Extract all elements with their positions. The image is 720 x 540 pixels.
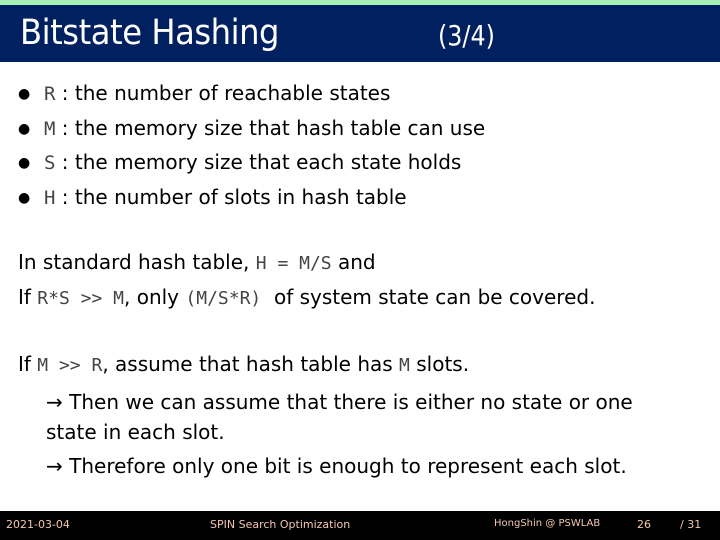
definition-item: ● S : the memory size that each state hol…: [18, 145, 485, 180]
footer-date: 2021-03-04: [6, 518, 70, 531]
variable-symbol: M: [44, 117, 56, 140]
arrow-point-2: → Therefore only one bit is enough to re…: [46, 454, 627, 478]
footer-page-total: / 31: [680, 518, 702, 531]
coverage-line: If R*S >> M, only (M/S*R) of system stat…: [18, 285, 595, 309]
text: In standard hash table,: [18, 250, 256, 274]
bullet-icon: ●: [18, 155, 31, 172]
text: , only: [124, 285, 186, 309]
footer-page-number: 26: [637, 518, 651, 531]
standard-hash-line: In standard hash table, H = M/S and: [18, 250, 376, 274]
text: and: [331, 250, 376, 274]
arrow-point-1-line-1: → Then we can assume that there is eithe…: [46, 390, 633, 414]
definition-item: ● M : the memory size that hash table can…: [18, 111, 485, 146]
variable-symbol: H: [44, 186, 56, 209]
text: If: [18, 352, 38, 376]
slide-part-indicator: (3/4): [438, 19, 495, 52]
definition-text: the memory size that hash table can use: [74, 115, 486, 140]
bullet-icon: ●: [18, 86, 31, 103]
bullet-icon: ●: [18, 189, 31, 206]
definition-list: ● R : the number of reachable states ● M :…: [18, 76, 485, 214]
text: slots.: [409, 352, 470, 376]
arrow-point-1-line-2: state in each slot.: [46, 420, 225, 444]
text: , assume that hash table has: [102, 352, 400, 376]
formula: M >> R: [37, 355, 103, 376]
separator: :: [55, 81, 75, 105]
footer-author: HongShin @ PSWLAB: [494, 518, 601, 529]
definition-text: the memory size that each state holds: [74, 150, 462, 174]
definition-item: ● H : the number of slots in hash table: [18, 180, 485, 215]
variable-symbol: S: [44, 152, 56, 174]
assumption-line: If M >> R, assume that hash table has M …: [18, 352, 469, 376]
slide-footer: 2021-03-04 SPIN Search Optimization Hong…: [0, 511, 720, 540]
definition-item: ● R : the number of reachable states: [18, 76, 485, 111]
footer-topic: SPIN Search Optimization: [210, 518, 351, 531]
variable-symbol: R: [44, 83, 56, 105]
text: of system state can be covered.: [261, 285, 596, 309]
formula: M: [399, 355, 410, 376]
separator: :: [55, 184, 75, 209]
bullet-icon: ●: [18, 120, 31, 137]
definition-text: the number of slots in hash table: [74, 184, 407, 209]
formula: H = M/S: [255, 253, 332, 274]
formula: R*S >> M: [37, 288, 124, 309]
slide-title: Bitstate Hashing: [20, 13, 280, 53]
title-bar: Bitstate Hashing (3/4): [0, 5, 720, 62]
separator: :: [55, 150, 75, 174]
text: If: [18, 285, 38, 309]
definition-text: the number of reachable states: [74, 81, 391, 105]
separator: :: [55, 115, 75, 140]
formula: (M/S*R): [185, 288, 262, 309]
